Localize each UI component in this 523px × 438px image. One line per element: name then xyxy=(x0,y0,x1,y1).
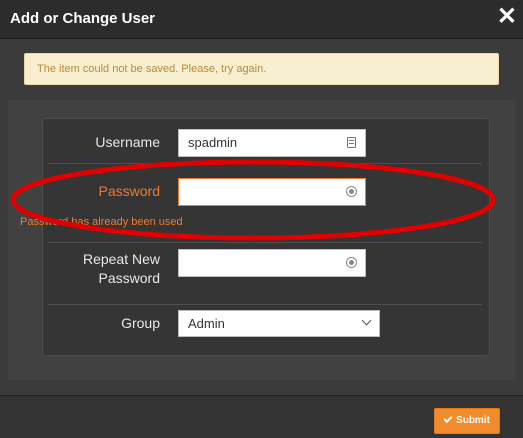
username-label: Username xyxy=(95,134,160,150)
error-alert: The item could not be saved. Please, try… xyxy=(24,53,499,85)
row-divider xyxy=(48,242,482,243)
password-input[interactable] xyxy=(178,178,366,206)
dialog-titlebar: Add or Change User ✕ xyxy=(0,0,523,39)
check-icon xyxy=(443,413,453,424)
group-label: Group xyxy=(121,315,160,331)
password-error-message: Password has already been used xyxy=(20,216,183,228)
row-divider xyxy=(48,304,482,305)
repeat-password-label-line2: Password xyxy=(98,270,160,286)
repeat-password-label-line1: Repeat New xyxy=(82,251,160,267)
close-icon[interactable]: ✕ xyxy=(497,3,517,31)
group-selected-value: Admin xyxy=(188,316,225,331)
add-change-user-dialog: Add or Change User ✕ The item could not … xyxy=(0,0,523,438)
group-select[interactable]: Admin xyxy=(178,310,380,337)
id-card-icon xyxy=(347,137,356,148)
password-label: Password xyxy=(98,183,160,199)
dialog-title: Add or Change User xyxy=(10,10,156,27)
username-value: spadmin xyxy=(188,135,238,150)
eye-icon[interactable] xyxy=(346,257,357,268)
eye-icon[interactable] xyxy=(346,186,357,197)
submit-button[interactable]: Submit xyxy=(434,408,500,434)
username-input[interactable]: spadmin xyxy=(178,129,366,157)
repeat-password-input[interactable] xyxy=(178,249,366,277)
chevron-down-icon xyxy=(361,315,372,326)
submit-label: Submit xyxy=(456,415,490,426)
row-divider xyxy=(48,163,482,164)
